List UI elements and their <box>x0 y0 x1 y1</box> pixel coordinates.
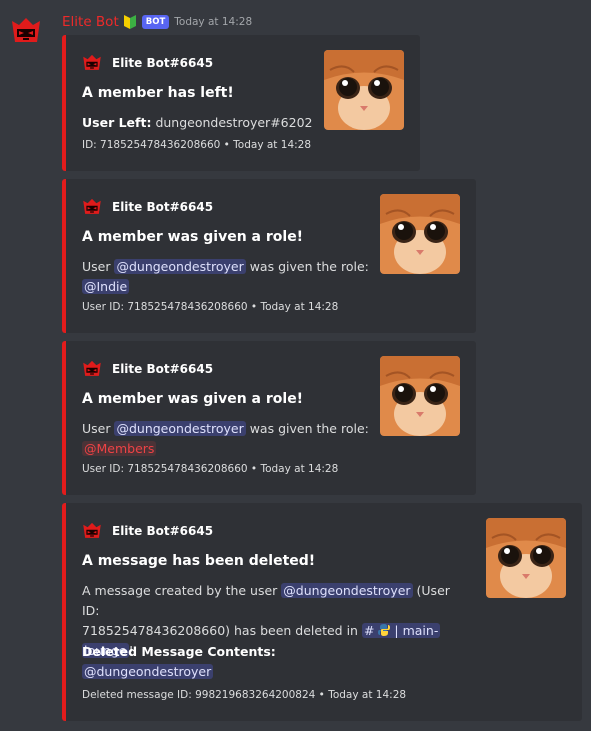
embed-footer: ID: 718525478436208660 • Today at 14:28 <box>82 139 312 151</box>
user-mention[interactable]: @dungeondestroyer <box>82 664 214 679</box>
crown-icon <box>82 521 102 541</box>
user-mention[interactable]: @dungeondestroyer <box>281 583 413 598</box>
embed-author-name: Elite Bot#6645 <box>112 362 214 376</box>
embed-role-given: Elite Bot#6645 A member was given a role… <box>62 179 476 333</box>
embed-author-name: Elite Bot#6645 <box>112 200 214 214</box>
embed-author-name: Elite Bot#6645 <box>112 56 214 70</box>
user-mention[interactable]: @dungeondestroyer <box>114 421 246 436</box>
cat-thumbnail[interactable] <box>324 50 404 130</box>
bot-tag: BOT <box>141 15 170 29</box>
field-label: User Left: <box>82 115 152 130</box>
embed-field: User Left: dungeondestroyer#6202 <box>82 113 312 133</box>
channel-hash-icon: # <box>363 623 375 638</box>
crown-icon <box>82 359 102 379</box>
channel-name: | main- <box>394 623 439 638</box>
embed-author: Elite Bot#6645 <box>82 521 213 541</box>
cat-thumbnail[interactable] <box>486 518 566 598</box>
message-header: Elite Bot BOT Today at 14:28 <box>62 13 252 31</box>
embed-footer: User ID: 718525478436208660 • Today at 1… <box>82 301 339 313</box>
embed-footer: Deleted message ID: 998219683264200824 •… <box>82 689 407 701</box>
channel-mention[interactable]: # | main- <box>361 623 441 638</box>
description-text: User <box>82 421 115 436</box>
embed-title: A message has been deleted! <box>82 553 316 569</box>
embed-role-given: Elite Bot#6645 A member was given a role… <box>62 341 476 495</box>
embed-description: User @dungeondestroyer was given the rol… <box>82 257 372 297</box>
embed-title: A member has left! <box>82 85 234 101</box>
python-icon <box>378 624 391 636</box>
author-name[interactable]: Elite Bot <box>62 14 119 30</box>
description-text: was given the role: <box>245 421 369 436</box>
field-value: @dungeondestroyer <box>82 662 214 682</box>
message-timestamp: Today at 14:28 <box>174 16 253 28</box>
description-text: 718525478436208660) has been deleted in <box>82 623 362 638</box>
role-mention[interactable]: @Members <box>82 441 157 456</box>
bot-avatar[interactable] <box>10 15 42 47</box>
crown-icon <box>82 197 102 217</box>
embed-author-name: Elite Bot#6645 <box>112 524 214 538</box>
field-name: Deleted Message Contents: <box>82 644 276 659</box>
embed-author: Elite Bot#6645 <box>82 197 213 217</box>
cat-thumbnail[interactable] <box>380 356 460 436</box>
cat-thumbnail[interactable] <box>380 194 460 274</box>
description-text: User <box>82 259 115 274</box>
embed-member-left: Elite Bot#6645 A member has left! User L… <box>62 35 420 171</box>
embed-title: A member was given a role! <box>82 229 304 245</box>
description-text: A message created by the user <box>82 583 282 598</box>
embed-footer: User ID: 718525478436208660 • Today at 1… <box>82 463 339 475</box>
role-mention[interactable]: @Indie <box>82 279 130 294</box>
embed-description: User @dungeondestroyer was given the rol… <box>82 419 372 459</box>
embed-author: Elite Bot#6645 <box>82 53 213 73</box>
user-mention[interactable]: @dungeondestroyer <box>114 259 246 274</box>
embed-title: A member was given a role! <box>82 391 304 407</box>
description-text: was given the role: <box>245 259 369 274</box>
crown-icon <box>82 53 102 73</box>
embed-author: Elite Bot#6645 <box>82 359 213 379</box>
beginner-badge-icon <box>123 15 136 29</box>
embed-message-deleted: Elite Bot#6645 A message has been delete… <box>62 503 582 721</box>
field-value: dungeondestroyer#6202 <box>155 115 313 130</box>
